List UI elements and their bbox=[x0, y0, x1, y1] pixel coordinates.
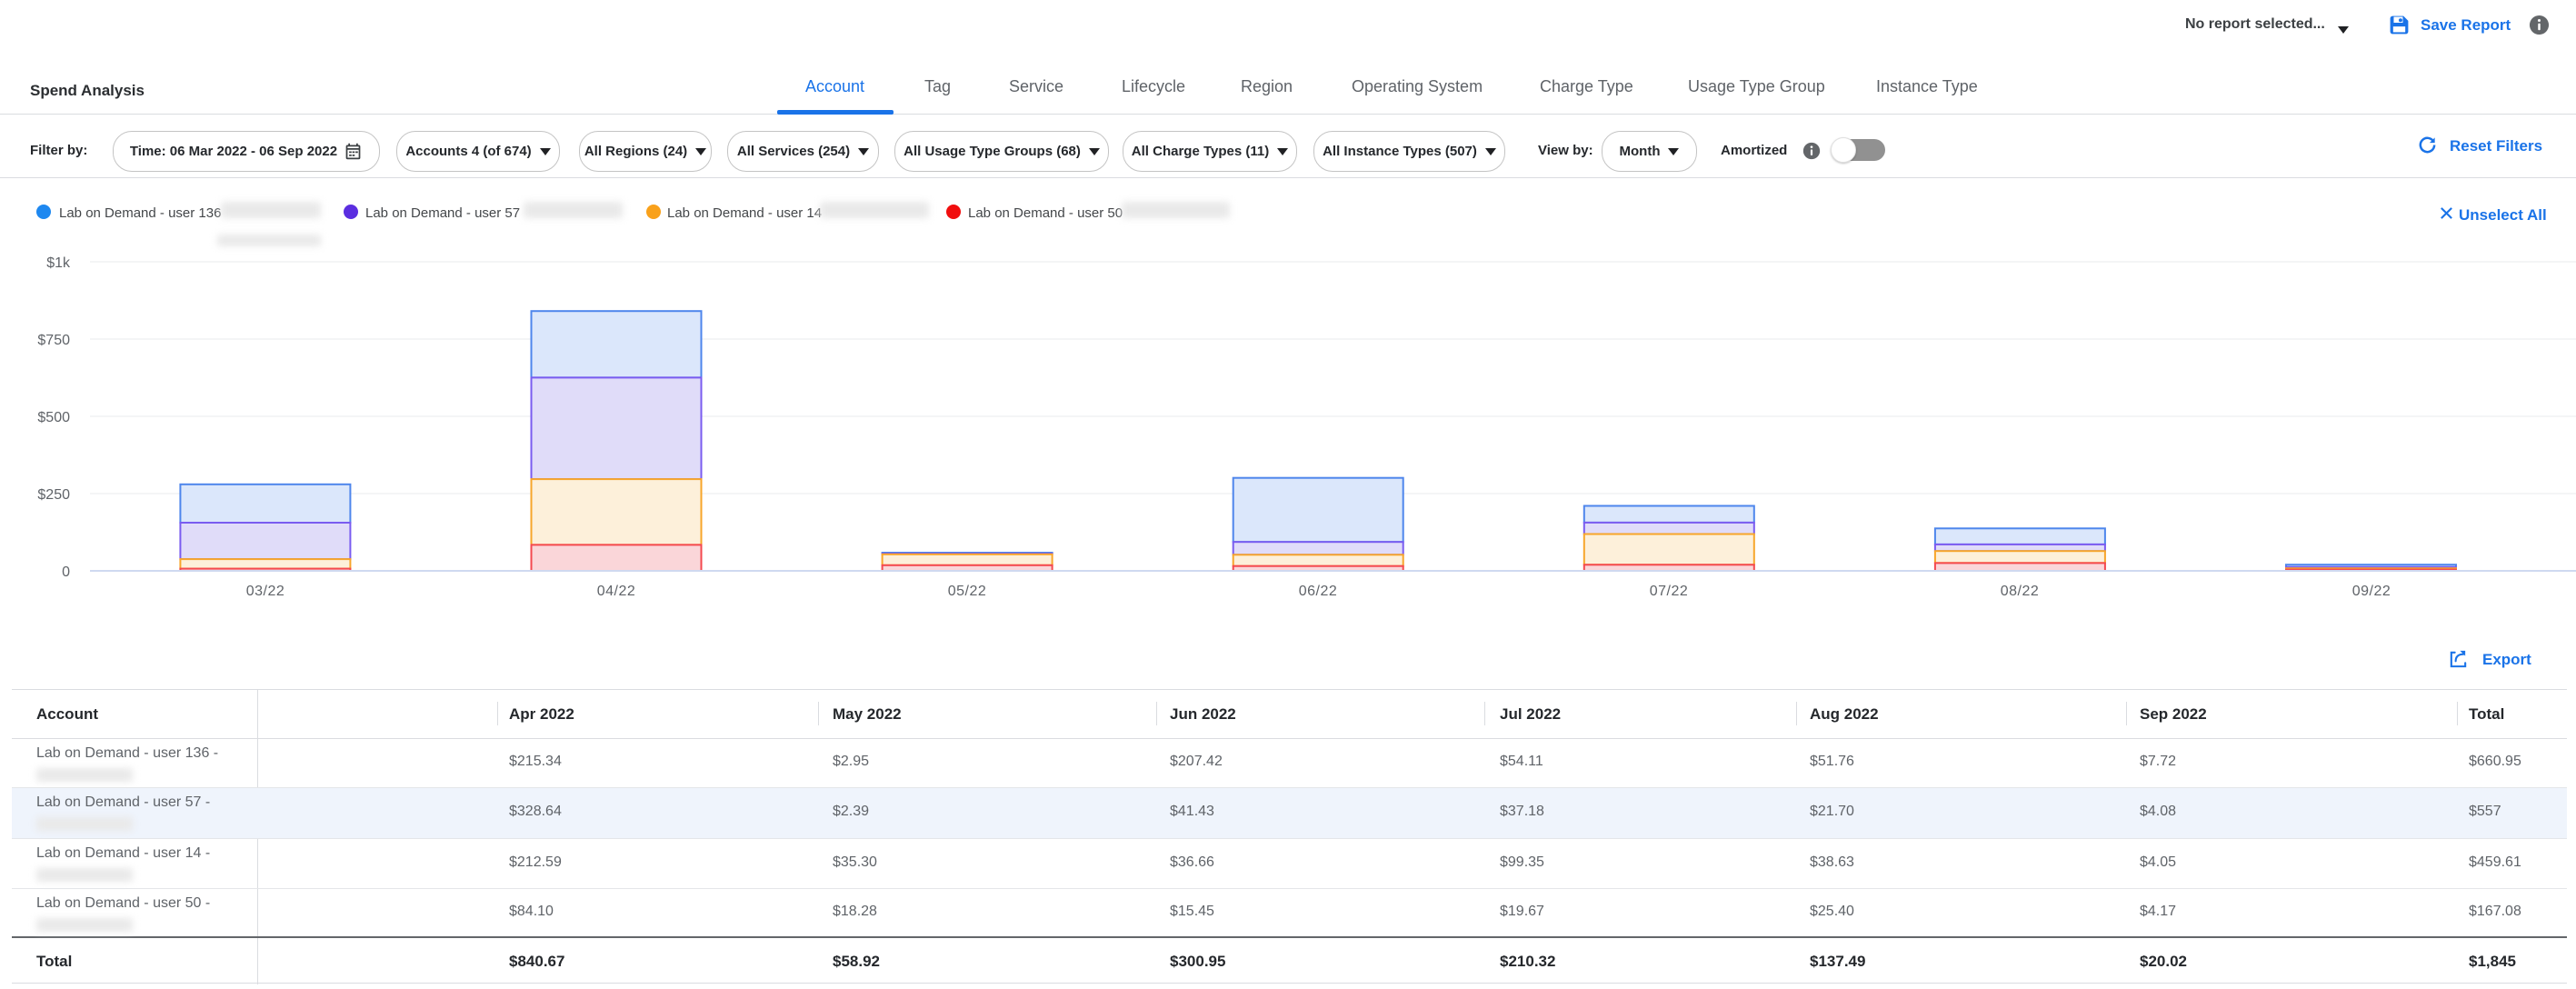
svg-text:04/22: 04/22 bbox=[597, 584, 636, 599]
svg-text:$250: $250 bbox=[37, 487, 70, 503]
svg-text:07/22: 07/22 bbox=[1650, 584, 1689, 599]
svg-text:0: 0 bbox=[62, 564, 70, 580]
svg-text:08/22: 08/22 bbox=[2001, 584, 2040, 599]
svg-text:06/22: 06/22 bbox=[1299, 584, 1338, 599]
svg-text:$500: $500 bbox=[37, 410, 70, 425]
svg-text:$750: $750 bbox=[37, 333, 70, 348]
svg-text:05/22: 05/22 bbox=[948, 584, 987, 599]
svg-text:$1k: $1k bbox=[46, 255, 71, 271]
svg-text:03/22: 03/22 bbox=[246, 584, 285, 599]
svg-text:09/22: 09/22 bbox=[2352, 584, 2391, 599]
